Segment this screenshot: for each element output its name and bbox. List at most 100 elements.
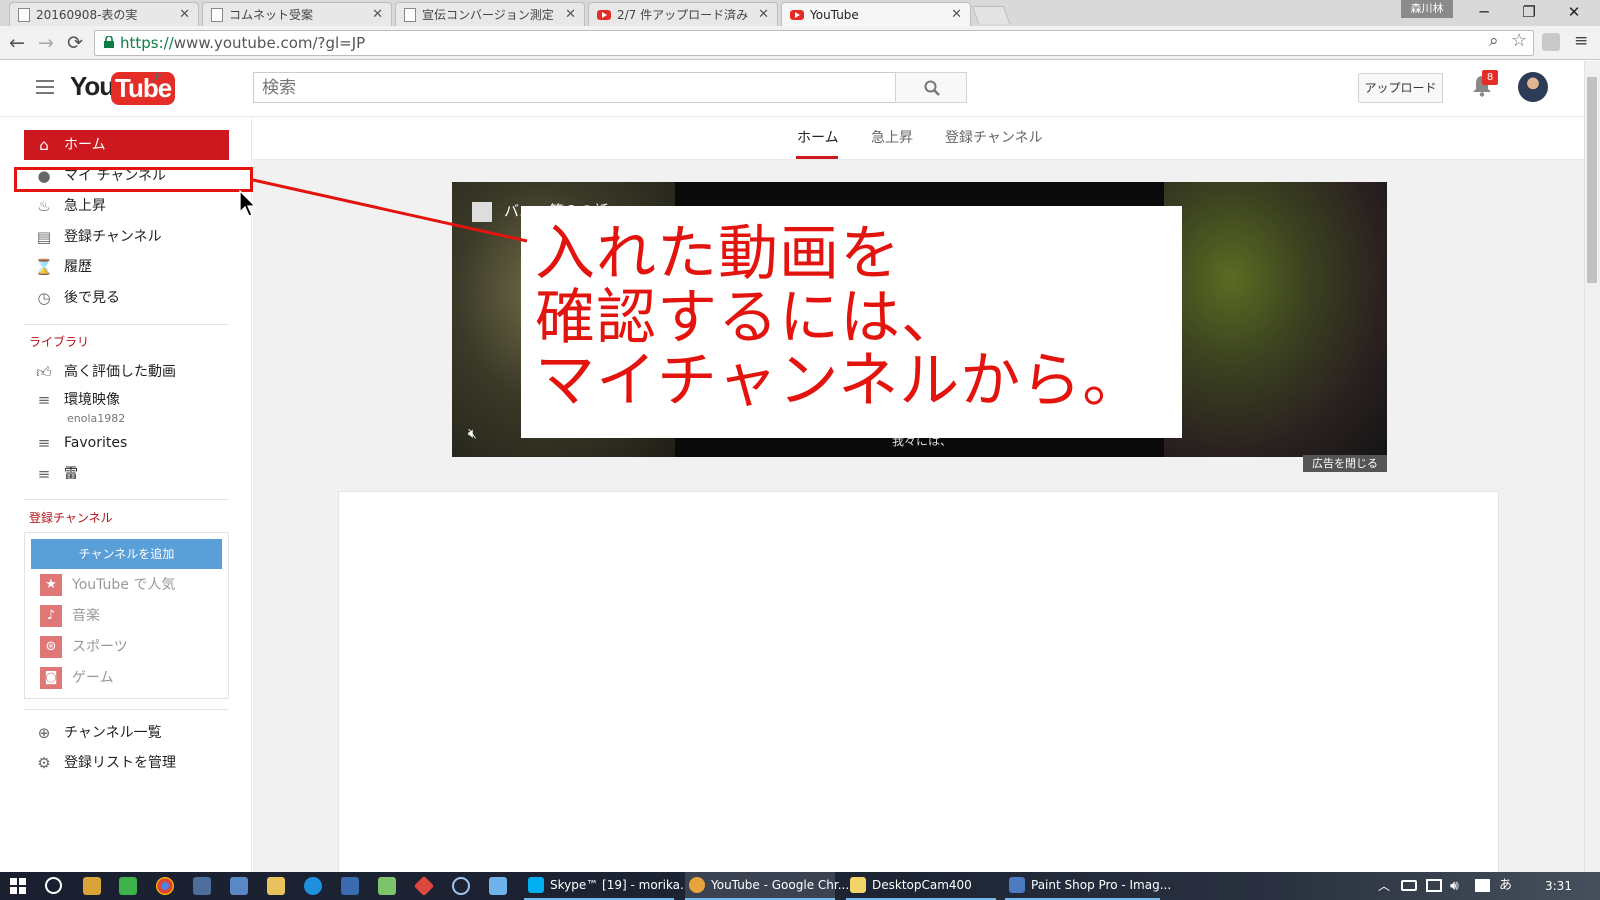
taskbar-app-desktopcam[interactable]: DesktopCam400	[846, 872, 996, 900]
close-ad-button[interactable]: 広告を閉じる	[1303, 455, 1387, 472]
guide-menu-icon[interactable]	[36, 80, 54, 94]
forward-arrow-icon[interactable]: →	[33, 30, 59, 56]
sidebar-item-playlist[interactable]: ≡ 環境映像	[24, 385, 229, 415]
pinned-app-icon[interactable]	[230, 877, 248, 895]
cortana-search-icon[interactable]	[45, 877, 62, 894]
sidebar-item-playlist[interactable]: ≡ 雷	[24, 459, 229, 489]
bookmark-star-icon[interactable]: ☆	[1511, 30, 1527, 51]
window-close-button[interactable]: ✕	[1552, 0, 1596, 24]
library-heading[interactable]: ライブラリ	[29, 333, 89, 350]
close-tab-icon[interactable]: ✕	[758, 7, 769, 22]
upload-button[interactable]: アップロード	[1358, 73, 1443, 103]
search-button[interactable]	[895, 72, 967, 103]
tab-subscriptions[interactable]: 登録チャンネル	[945, 127, 1043, 147]
browser-tab-active[interactable]: YouTube ✕	[781, 2, 971, 26]
reload-icon[interactable]: ⟳	[62, 30, 88, 56]
file-explorer-icon[interactable]	[267, 877, 285, 895]
clock-icon: ◷	[37, 289, 51, 307]
scrollbar-thumb[interactable]	[1587, 77, 1597, 283]
sidebar-item-liked[interactable]: 👍︎ 高く評価した動画	[24, 357, 229, 387]
sidebar-item-label: 高く評価した動画	[64, 364, 176, 380]
pinned-app-icon[interactable]	[452, 877, 470, 895]
playlist-icon: ≡	[37, 434, 51, 452]
avatar[interactable]	[1518, 72, 1548, 102]
playlist-icon: ≡	[37, 465, 51, 483]
tab-title: 2/7 件アップロード済み - You	[617, 8, 752, 22]
add-channel-button[interactable]: チャンネルを追加	[31, 539, 222, 569]
taskbar-app-skype[interactable]: Skype™ [19] - morika...	[524, 872, 691, 900]
feed-card	[338, 491, 1499, 874]
playlist-icon[interactable]	[472, 202, 492, 222]
sidebar-divider	[24, 324, 229, 325]
channel-label: 音楽	[72, 608, 100, 624]
sidebar-item-history[interactable]: ⌛ 履歴	[24, 252, 229, 282]
youtube-icon	[790, 9, 804, 20]
channel-item[interactable]: ◙ ゲーム	[40, 663, 114, 693]
youtube-icon	[597, 9, 611, 20]
tab-trending[interactable]: 急上昇	[871, 127, 913, 147]
sidebar-item-manage-subscriptions[interactable]: ⚙ 登録リストを管理	[24, 748, 229, 778]
browser-tab[interactable]: コムネット受案 ✕	[202, 2, 392, 26]
tray-chevron-icon[interactable]: ︿	[1378, 872, 1390, 900]
ime-indicator[interactable]: あ	[1499, 872, 1512, 900]
youtube-logo-you[interactable]: You	[70, 71, 115, 102]
browser-profile-badge[interactable]: 森川林	[1401, 0, 1453, 18]
subscriptions-icon: ▤	[36, 228, 52, 246]
zoom-icon[interactable]: ⌕	[1489, 31, 1499, 51]
sidebar-item-home[interactable]: ⌂ ホーム	[24, 130, 229, 160]
pinned-app-icon[interactable]	[341, 877, 359, 895]
url-scheme: https://	[120, 34, 174, 52]
restore-button[interactable]: ❐	[1507, 0, 1551, 24]
taskbar-app-chrome[interactable]: YouTube - Google Chr...	[685, 872, 849, 900]
pinned-app-icon[interactable]	[489, 877, 507, 895]
clock[interactable]: 3:31	[1545, 872, 1572, 900]
browser-tab[interactable]: 20160908-表の実 ✕	[9, 2, 199, 26]
sidebar-item-trending[interactable]: ♨ 急上昇	[24, 191, 229, 221]
sidebar-item-browse-channels[interactable]: ⊕ チャンネル一覧	[24, 718, 229, 748]
taskbar-app-label: Skype™ [19] - morika...	[550, 878, 692, 892]
subscriptions-heading[interactable]: 登録チャンネル	[29, 509, 113, 526]
mute-icon[interactable]: 🔇︎	[468, 426, 477, 442]
youtube-logo-tube[interactable]: Tube	[111, 72, 176, 105]
back-arrow-icon[interactable]: ←	[4, 30, 30, 56]
channel-item[interactable]: ♪ 音楽	[40, 601, 100, 631]
sidebar-item-watch-later[interactable]: ◷ 後で見る	[24, 283, 229, 313]
pinned-app-icon[interactable]	[119, 877, 137, 895]
edge-icon[interactable]	[304, 877, 322, 895]
windows-start-icon[interactable]	[10, 878, 26, 894]
channel-item[interactable]: ★ YouTube で人気	[40, 570, 175, 600]
volume-icon[interactable]: 🔊︎	[1450, 872, 1459, 900]
rss-extension-icon[interactable]	[1542, 33, 1560, 51]
browser-tab[interactable]: 2/7 件アップロード済み - You ✕	[588, 2, 778, 26]
tab-home[interactable]: ホーム	[797, 127, 839, 147]
action-center-icon[interactable]	[1475, 879, 1490, 892]
network-icon[interactable]	[1426, 879, 1442, 892]
chrome-menu-icon[interactable]: ≡	[1574, 31, 1588, 51]
sidebar-item-playlist[interactable]: ≡ Favorites	[24, 428, 229, 458]
browser-tab[interactable]: 宣伝コンバージョン測定 ✕	[395, 2, 585, 26]
sidebar-item-label: 後で見る	[64, 290, 120, 306]
new-tab-button[interactable]	[971, 6, 1011, 24]
chrome-icon[interactable]	[156, 877, 174, 895]
minimize-button[interactable]: ─	[1462, 0, 1506, 24]
sidebar-item-label: 環境映像	[64, 392, 120, 408]
pinned-app-icon[interactable]	[193, 877, 211, 895]
lock-icon	[104, 36, 114, 48]
close-tab-icon[interactable]: ✕	[372, 7, 383, 22]
sidebar-item-subscriptions[interactable]: ▤ 登録チャンネル	[24, 222, 229, 252]
pinned-app-icon[interactable]	[83, 877, 101, 895]
document-icon	[404, 7, 416, 22]
battery-icon[interactable]	[1401, 880, 1417, 891]
close-tab-icon[interactable]: ✕	[179, 7, 190, 22]
url-text[interactable]: https://www.youtube.com/?gl=JP	[120, 31, 365, 55]
region-label: JP	[152, 72, 161, 83]
channel-item[interactable]: ⊛ スポーツ	[40, 632, 128, 662]
close-tab-icon[interactable]: ✕	[951, 7, 962, 22]
sidebar-item-label: 雷	[64, 466, 78, 482]
pinned-app-icon[interactable]	[378, 877, 396, 895]
close-tab-icon[interactable]: ✕	[565, 7, 576, 22]
sidebar-item-label: ホーム	[64, 137, 106, 153]
taskbar-app-paintshop[interactable]: Paint Shop Pro - Imag...	[1005, 872, 1171, 900]
tab-title: 宣伝コンバージョン測定	[422, 8, 554, 22]
search-input[interactable]	[253, 72, 896, 103]
